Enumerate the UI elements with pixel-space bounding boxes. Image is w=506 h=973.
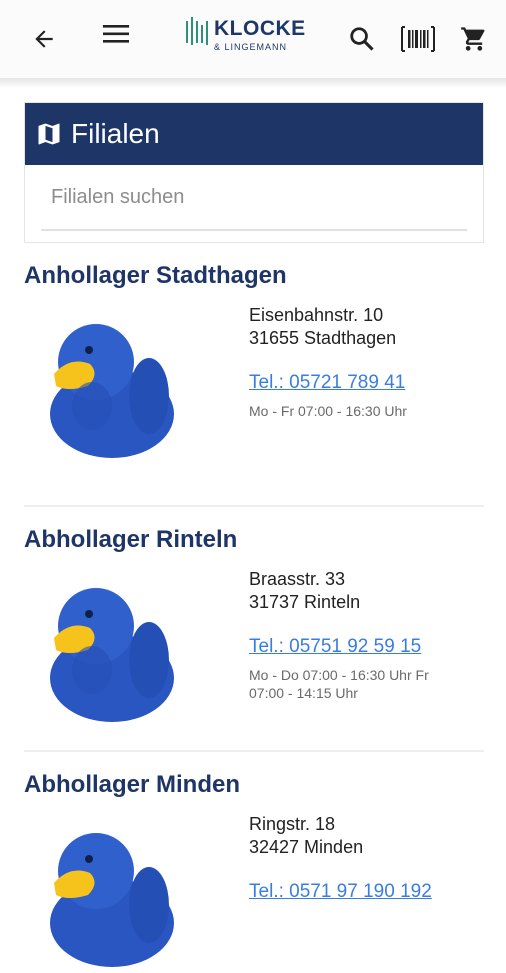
branch-search-input[interactable] [41,169,467,225]
duck-image-icon [50,833,174,967]
branch-card-title: Filialen [71,118,160,149]
store-item[interactable]: Abhollager Rinteln Braasstr. 33 31737 Ri… [24,526,486,722]
arrow-left-icon [35,30,53,48]
map-icon [38,123,60,145]
divider [24,750,484,752]
store-name[interactable]: Abhollager Minden [24,771,486,803]
brand-logo[interactable]: KLOCKE & LINGEMANN [186,17,308,58]
menu-button[interactable] [94,12,138,56]
store-street: Braasstr. 33 [249,569,346,589]
store-item[interactable]: Anhollager Stadthagen Eisenbahnstr. 10 3… [24,262,486,458]
header-shadow [0,78,506,88]
branch-card-header: Filialen [25,103,483,165]
store-name[interactable]: Abhollager Rinteln [24,526,486,558]
store-street: Eisenbahnstr. 10 [249,305,384,325]
logo-subtext: & LINGEMANN [214,42,288,52]
divider [24,505,484,507]
store-city: 31655 Stadthagen [249,328,397,348]
back-button[interactable] [22,17,66,61]
store-hours: Mo - Fr 07:00 - 16:30 Uhr [249,403,407,419]
shopping-cart-icon [461,27,485,51]
cart-button[interactable] [452,17,496,61]
store-name[interactable]: Anhollager Stadthagen [24,262,486,294]
search-icon [350,27,374,51]
duck-image-icon [50,324,174,458]
logo-bars-icon [186,17,208,45]
branch-search-field[interactable] [41,169,467,231]
barcode-scan-button[interactable] [396,17,440,61]
store-info: Eisenbahnstr. 10 31655 Stadthagen Tel.: … [249,304,459,420]
store-info: Ringstr. 18 32427 Minden Tel.: 0571 97 1… [249,813,432,903]
store-city: 31737 Rinteln [249,592,361,612]
store-phone-link[interactable]: Tel.: 05721 789 41 [249,372,459,394]
duck-image-icon [50,588,174,722]
store-info: Braasstr. 33 31737 Rinteln Tel.: 05751 9… [249,568,459,702]
store-phone-link[interactable]: Tel.: 05751 92 59 15 [249,636,459,658]
search-button[interactable] [340,17,384,61]
store-street: Ringstr. 18 [249,814,336,834]
barcode-icon [401,26,435,52]
store-hours: Mo - Do 07:00 - 16:30 Uhr Fr 07:00 - 14:… [249,667,429,701]
logo-text: KLOCKE [214,17,306,40]
store-item[interactable]: Abhollager Minden Ringstr. 18 32427 Mind… [24,771,486,967]
app-header: KLOCKE & LINGEMANN [0,0,506,79]
hamburger-icon [103,25,129,43]
branch-search-card: Filialen [24,102,484,243]
store-city: 32427 Minden [249,837,364,857]
